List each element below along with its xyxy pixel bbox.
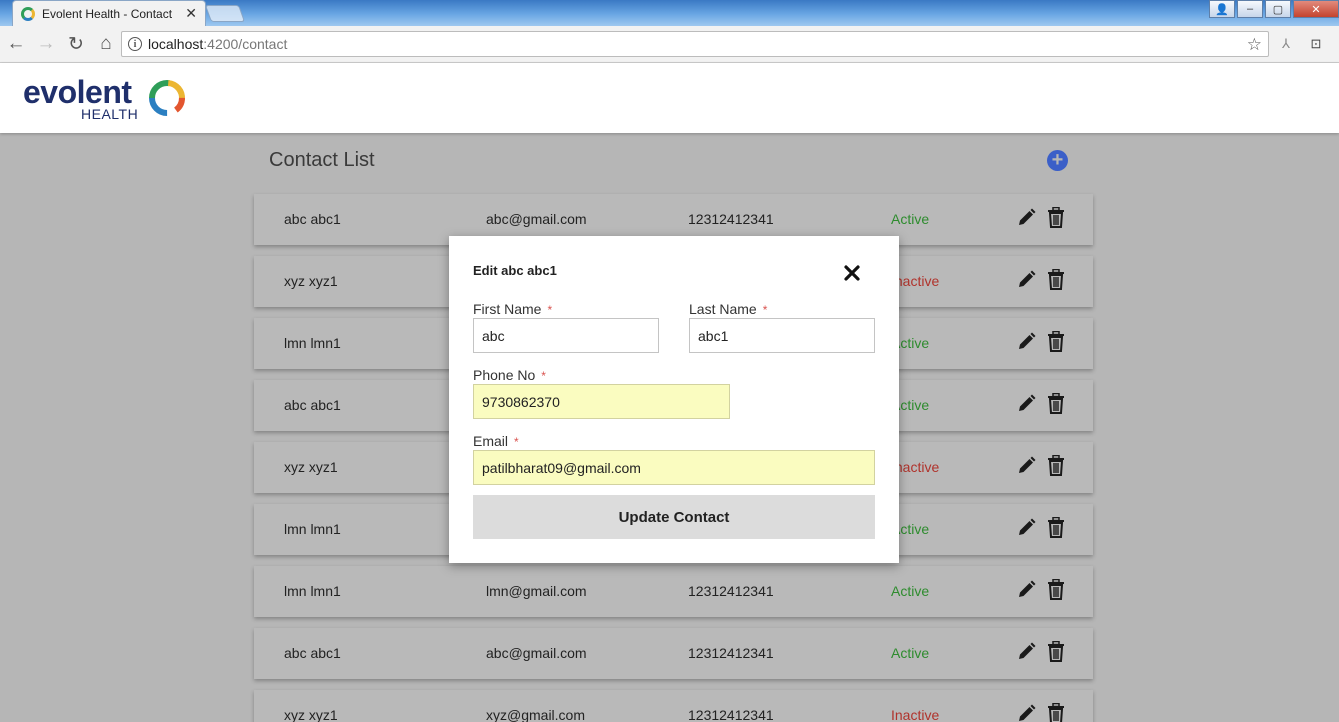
delete-trash-icon[interactable] [1047, 393, 1065, 414]
contact-card: abc abc1 abc@gmail.com 12312412341 Active [254, 628, 1093, 679]
contact-name: abc abc1 [284, 211, 341, 227]
delete-trash-icon[interactable] [1047, 455, 1065, 476]
modal-close-icon[interactable] [843, 264, 861, 282]
first-name-field[interactable] [473, 318, 659, 353]
add-contact-button[interactable]: + [1047, 150, 1068, 171]
forward-icon[interactable]: → [32, 30, 60, 58]
logo-subtitle: HEALTH [81, 106, 139, 122]
delete-trash-icon[interactable] [1047, 517, 1065, 538]
user-profile-icon[interactable]: 👤 [1209, 0, 1235, 18]
pdf-extension-icon[interactable]: ⅄ [1276, 34, 1296, 54]
contact-name: xyz xyz1 [284, 707, 338, 722]
edit-pencil-icon[interactable] [1016, 456, 1036, 476]
modal-title: Edit abc abc1 [473, 263, 557, 278]
minimize-button[interactable]: – [1237, 0, 1263, 18]
contact-phone: 12312412341 [688, 707, 774, 722]
contact-name: abc abc1 [284, 645, 341, 661]
delete-trash-icon[interactable] [1047, 703, 1065, 722]
app-header: evolent HEALTH [0, 63, 1339, 133]
browser-titlebar: Evolent Health - Contact ✕ 👤 – ▢ ✕ [0, 0, 1339, 26]
contact-status: Active [891, 645, 930, 661]
contact-email: abc@gmail.com [486, 645, 587, 661]
contact-name: lmn lmn1 [284, 335, 341, 351]
contact-phone: 12312412341 [688, 583, 774, 599]
reload-icon[interactable]: ↻ [62, 30, 90, 58]
last-name-field[interactable] [689, 318, 875, 353]
edit-pencil-icon[interactable] [1016, 394, 1036, 414]
last-name-label: Last Name * [689, 301, 768, 317]
back-icon[interactable]: ← [2, 30, 30, 58]
logo-ring-icon [149, 80, 185, 116]
tab-title: Evolent Health - Contact [42, 6, 173, 21]
edit-pencil-icon[interactable] [1016, 580, 1036, 600]
browser-toolbar: ← → ↻ ⌂ i localhost:4200/contact ☆ ⅄ ⊡ [0, 26, 1339, 63]
contact-phone: 12312412341 [688, 645, 774, 661]
home-icon[interactable]: ⌂ [92, 30, 120, 58]
url-path: :4200/contact [203, 36, 288, 52]
phone-label: Phone No * [473, 367, 546, 383]
screenshot-extension-icon[interactable]: ⊡ [1306, 34, 1326, 54]
contact-status: Inactive [891, 707, 940, 722]
window-controls: 👤 – ▢ ✕ [1207, 0, 1339, 18]
first-name-label: First Name * [473, 301, 553, 317]
delete-trash-icon[interactable] [1047, 331, 1065, 352]
browser-tab[interactable]: Evolent Health - Contact ✕ [12, 0, 206, 26]
page-title: Contact List [269, 149, 375, 171]
window-close-button[interactable]: ✕ [1293, 0, 1339, 18]
contact-email: lmn@gmail.com [486, 583, 587, 599]
contact-name: lmn lmn1 [284, 521, 341, 537]
new-tab-button[interactable] [204, 5, 246, 22]
email-label: Email * [473, 433, 519, 449]
edit-contact-modal: Edit abc abc1 First Name* Last Name* Pho… [449, 236, 899, 563]
delete-trash-icon[interactable] [1047, 207, 1065, 228]
contact-email: xyz@gmail.com [486, 707, 586, 722]
contact-name: xyz xyz1 [284, 273, 338, 289]
address-bar[interactable]: i localhost:4200/contact ☆ [121, 31, 1269, 57]
contact-card: xyz xyz1 xyz@gmail.com 12312412341 Inactive [254, 690, 1093, 722]
maximize-button[interactable]: ▢ [1265, 0, 1291, 18]
edit-pencil-icon[interactable] [1016, 518, 1036, 538]
contact-email: abc@gmail.com [486, 211, 587, 227]
phone-field[interactable] [473, 384, 730, 419]
edit-pencil-icon[interactable] [1016, 642, 1036, 662]
evolent-health-logo: evolent HEALTH [23, 75, 193, 123]
edit-pencil-icon[interactable] [1016, 270, 1036, 290]
evolent-favicon-icon [21, 6, 35, 21]
contact-status: Active [891, 211, 930, 227]
contact-phone: 12312412341 [688, 211, 774, 227]
email-field[interactable] [473, 450, 875, 485]
edit-pencil-icon[interactable] [1016, 208, 1036, 228]
bookmark-star-icon[interactable]: ☆ [1247, 35, 1262, 55]
contact-status: Active [891, 583, 930, 599]
edit-pencil-icon[interactable] [1016, 704, 1036, 722]
contact-card: lmn lmn1 lmn@gmail.com 12312412341 Active [254, 566, 1093, 617]
delete-trash-icon[interactable] [1047, 579, 1065, 600]
delete-trash-icon[interactable] [1047, 269, 1065, 290]
contact-name: abc abc1 [284, 397, 341, 413]
contact-name: xyz xyz1 [284, 459, 338, 475]
delete-trash-icon[interactable] [1047, 641, 1065, 662]
url-host: localhost [148, 36, 204, 52]
contact-name: lmn lmn1 [284, 583, 341, 599]
update-contact-button[interactable]: Update Contact [473, 495, 875, 539]
logo-wordmark: evolent [23, 74, 132, 110]
edit-pencil-icon[interactable] [1016, 332, 1036, 352]
info-icon[interactable]: i [128, 37, 142, 51]
tab-close-icon[interactable]: ✕ [185, 5, 197, 22]
